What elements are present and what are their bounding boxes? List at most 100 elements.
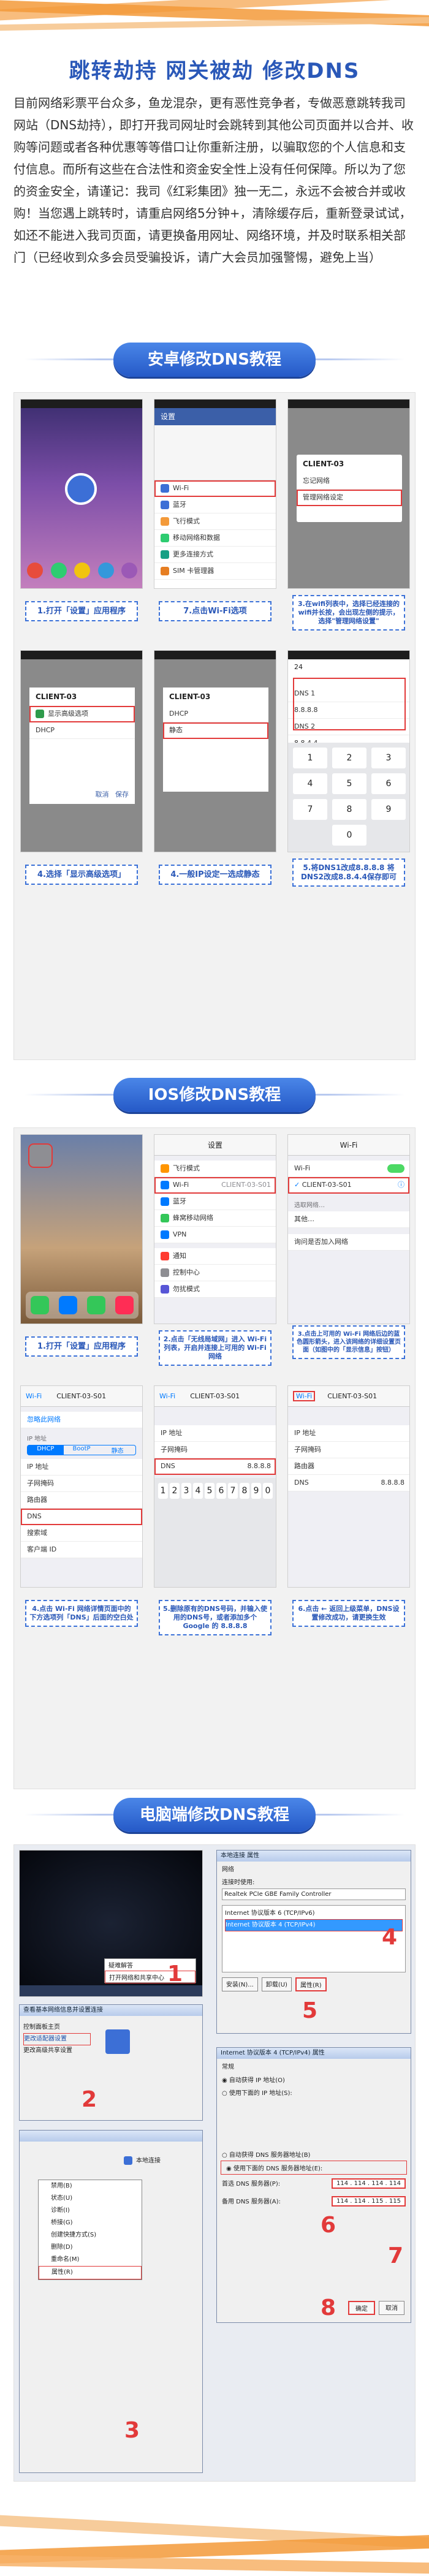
- ios-tab-dhcp[interactable]: DHCP: [28, 1445, 64, 1455]
- ios-choose-network-label: 选取网络…: [294, 1202, 325, 1209]
- ios-wifi-row[interactable]: Wi-Fi CLIENT-03-S01: [154, 1177, 276, 1194]
- settings-icon[interactable]: [65, 473, 97, 505]
- ios-control-row[interactable]: 控制中心: [154, 1265, 276, 1281]
- adapter-window: 本地连接 禁用(B) 状态(U) 诊断(I) 桥接(G) 创建快捷方式(S) 删…: [19, 2130, 203, 2473]
- ios-tab-static[interactable]: 静态: [99, 1445, 135, 1455]
- key-0[interactable]: 0: [263, 1483, 273, 1499]
- local-connection-item[interactable]: 本地连接: [124, 2155, 191, 2165]
- android-forget-option[interactable]: 忘记网络: [297, 473, 402, 490]
- ctx-disable[interactable]: 禁用(B): [39, 2180, 142, 2192]
- key-3[interactable]: 3: [181, 1483, 191, 1499]
- ios-vpn-row[interactable]: VPN: [154, 1227, 276, 1243]
- ipv4-item[interactable]: Internet 协议版本 4 (TCP/IPv4): [225, 1919, 403, 1931]
- change-adapter-link[interactable]: 更改适配器设置: [23, 2033, 91, 2045]
- tab-network[interactable]: 网络: [217, 1862, 411, 1876]
- ios-forget-network[interactable]: 忽略此网络: [21, 1412, 142, 1428]
- ctx-diagnose[interactable]: 诊断(I): [39, 2205, 142, 2217]
- key-4[interactable]: 4: [293, 773, 327, 794]
- ios-edit-dns-value[interactable]: 8.8.8.8: [248, 1458, 276, 1474]
- wifi-toggle-switch[interactable]: [387, 1164, 404, 1173]
- auto-ip-radio[interactable]: ◉ 自动获得 IP 地址(O): [217, 2073, 411, 2086]
- ios-edit-back-button[interactable]: Wi-Fi: [159, 1392, 175, 1400]
- key-6[interactable]: 6: [371, 773, 406, 794]
- ctx-status[interactable]: 状态(U): [39, 2192, 142, 2205]
- key-7[interactable]: 7: [228, 1483, 238, 1499]
- ios-tab-bootp[interactable]: BootP: [64, 1445, 100, 1455]
- key-0[interactable]: 0: [332, 825, 366, 846]
- info-icon[interactable]: ⓘ: [398, 1177, 404, 1193]
- key-1[interactable]: 1: [293, 748, 327, 768]
- ios-notifications-row[interactable]: 通知: [154, 1248, 276, 1265]
- ios-cellular-row[interactable]: 蜂窝移动网络: [154, 1210, 276, 1227]
- advanced-sharing-link[interactable]: 更改高级共享设置: [23, 2045, 91, 2056]
- cancel-button[interactable]: 取消: [379, 2301, 404, 2315]
- android-mobile-row[interactable]: 移动网络和数据: [154, 530, 276, 547]
- control-panel-home-link[interactable]: 控制面板主页: [23, 2022, 91, 2033]
- ios-bluetooth-row[interactable]: 蓝牙: [154, 1194, 276, 1210]
- android-bluetooth-row[interactable]: 蓝牙: [154, 497, 276, 513]
- android-adv-save[interactable]: 保存: [115, 790, 129, 798]
- android-adv-cancel[interactable]: 取消: [96, 790, 109, 798]
- ios-client-id-row: 客户端 ID: [21, 1542, 142, 1558]
- key-2[interactable]: 2: [170, 1483, 180, 1499]
- android-show-advanced-checkbox[interactable]: 显示高级选项: [29, 706, 135, 722]
- ok-button[interactable]: 确定: [348, 2301, 375, 2315]
- bluetooth-icon: [161, 1197, 169, 1206]
- android-flight-row[interactable]: 飞行模式: [154, 513, 276, 530]
- android-sim-row[interactable]: SIM 卡管理器: [154, 563, 276, 580]
- android-wifi-dialog-screenshot: CLIENT-03 忘记网络 管理网络设定: [287, 399, 410, 589]
- ctx-shortcut[interactable]: 创建快捷方式(S): [39, 2229, 142, 2241]
- key-2[interactable]: 2: [332, 748, 366, 768]
- ctx-properties[interactable]: 属性(R): [39, 2266, 142, 2279]
- ios-wifi-toggle-row[interactable]: Wi-Fi: [288, 1161, 409, 1177]
- properties-button[interactable]: 属性(R): [295, 1977, 327, 1991]
- android-wifi-row[interactable]: Wi-Fi: [154, 480, 276, 497]
- key-3[interactable]: 3: [371, 748, 406, 768]
- ios-dnd-row[interactable]: 勿扰模式: [154, 1281, 276, 1298]
- ios-wifi-value: CLIENT-03-S01: [221, 1181, 271, 1189]
- ios-saved-back-button[interactable]: Wi-Fi: [293, 1391, 316, 1401]
- ios-other-network-row[interactable]: 其他…: [288, 1211, 409, 1228]
- preferred-dns-input[interactable]: 114 . 114 . 114 . 114: [332, 2178, 406, 2189]
- android-ip-dhcp-option[interactable]: DHCP: [163, 706, 268, 722]
- android-dhcp-row[interactable]: DHCP: [29, 722, 135, 739]
- auto-dns-radio[interactable]: ○ 自动获得 DNS 服务器地址(B): [217, 2148, 411, 2161]
- ctx-rename[interactable]: 重命名(M): [39, 2254, 142, 2266]
- key-8[interactable]: 8: [332, 799, 366, 820]
- key-5[interactable]: 5: [332, 773, 366, 794]
- ios-ask-join-row[interactable]: 询问是否加入网络: [288, 1234, 409, 1251]
- ios-airplane-row[interactable]: 飞行模式: [154, 1161, 276, 1177]
- cellular-icon: [161, 1214, 169, 1222]
- key-4[interactable]: 4: [193, 1483, 203, 1499]
- ipv6-item[interactable]: Internet 协议版本 6 (TCP/IPv6): [225, 1908, 403, 1919]
- mobile-data-icon: [161, 534, 169, 542]
- android-more-row[interactable]: 更多连接方式: [154, 547, 276, 563]
- step-8-marker: 8: [321, 2295, 336, 2320]
- ios-airplane-label: 飞行模式: [173, 1164, 200, 1172]
- ios-connected-network-row[interactable]: ✓ CLIENT-03-S01 ⓘ: [288, 1177, 409, 1194]
- android-manage-option[interactable]: 管理网络设定: [297, 490, 402, 506]
- key-9[interactable]: 9: [251, 1483, 261, 1499]
- key-8[interactable]: 8: [240, 1483, 249, 1499]
- install-button[interactable]: 安装(N)...: [222, 1977, 258, 1991]
- android-ip-static-option[interactable]: 静态: [163, 722, 268, 739]
- key-9[interactable]: 9: [371, 799, 406, 820]
- uninstall-button[interactable]: 卸载(U): [261, 1977, 292, 1991]
- key-7[interactable]: 7: [293, 799, 327, 820]
- key-6[interactable]: 6: [216, 1483, 226, 1499]
- ctx-delete[interactable]: 删除(D): [39, 2241, 142, 2254]
- alternate-dns-input[interactable]: 114 . 114 . 115 . 115: [332, 2196, 406, 2207]
- ios-edit-dns-row[interactable]: DNS 8.8.8.8: [154, 1458, 276, 1475]
- android-ip-ssid: CLIENT-03: [169, 692, 211, 701]
- manual-dns-radio[interactable]: ◉ 使用下面的 DNS 服务器地址(E):: [221, 2161, 407, 2175]
- ios-settings-icon[interactable]: [28, 1143, 53, 1168]
- tab-general[interactable]: 常规: [217, 2059, 411, 2073]
- key-5[interactable]: 5: [205, 1483, 214, 1499]
- ios-saved-router-row: 路由器: [288, 1458, 409, 1475]
- key-1[interactable]: 1: [158, 1483, 168, 1499]
- preferred-dns-label: 首选 DNS 服务器(P):: [222, 2181, 281, 2188]
- ctx-bridge[interactable]: 桥接(G): [39, 2217, 142, 2229]
- manual-ip-radio[interactable]: ○ 使用下面的 IP 地址(S):: [217, 2086, 411, 2099]
- ios-back-button[interactable]: Wi-Fi: [26, 1392, 42, 1400]
- ios-dns-row[interactable]: DNS: [21, 1509, 142, 1525]
